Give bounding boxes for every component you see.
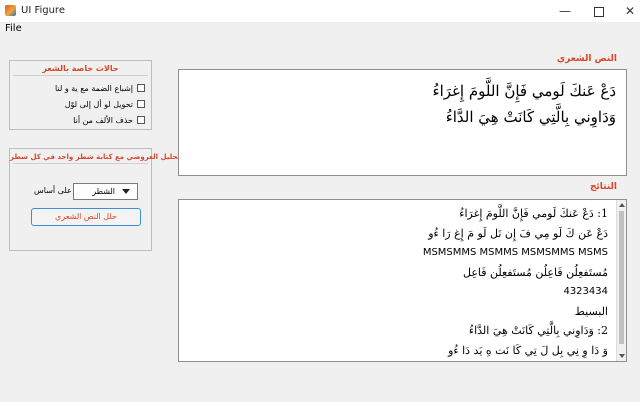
special-cases-panel: حالات خاصة بالشعر إشباع الضمة مع ية و لن… [9, 60, 152, 130]
close-button[interactable]: ✕ [613, 0, 640, 22]
maximize-icon [594, 6, 604, 17]
analysis-title: التحليل العروضي مع كتابة شطر واحد في كل … [10, 153, 186, 161]
panel-divider [13, 75, 148, 76]
results-scrollbar[interactable] [616, 200, 626, 361]
checkbox[interactable] [137, 116, 145, 124]
basis-selected-value: الشطر [92, 187, 115, 196]
panel-divider [13, 163, 148, 164]
scroll-thumb[interactable] [619, 211, 624, 344]
result-line: مُستَفعِلُن فَاعِلُن مُستَفعِلُن فَاعِل [462, 265, 608, 279]
option-damma-saturation[interactable]: إشباع الضمة مع ية و لنا [55, 82, 145, 94]
chevron-down-icon [122, 189, 130, 194]
poem-line: دَعْ عَنكَ لَومي فَإِنَّ اللَّومَ إِغرَا… [432, 82, 616, 100]
minimize-button[interactable]: — [548, 0, 582, 22]
result-line: 2: وَدَاوِني بِالَّتِي كَانَتْ هِيَ الدَ… [468, 324, 608, 337]
checkbox[interactable] [137, 100, 145, 108]
matlab-icon [5, 5, 16, 16]
basis-label: على أساس [34, 186, 72, 195]
window-titlebar: UI Figure — ✕ [0, 0, 640, 23]
result-line: MSMSMMS MSMMS MSMSMMS MSMS [422, 247, 608, 258]
scroll-down-icon[interactable] [619, 354, 625, 358]
poem-textarea[interactable]: دَعْ عَنكَ لَومي فَإِنَّ اللَّومَ إِغرَا… [178, 69, 627, 176]
menu-file[interactable]: File [5, 23, 22, 34]
result-line: وَ دَا وِ نِي بِل لَ تِي كَا نَت هِ يَد … [448, 343, 608, 357]
analysis-panel: التحليل العروضي مع كتابة شطر واحد في كل … [9, 148, 186, 251]
option-convert-law-al[interactable]: تحويل لو أل إلى لوْل [65, 98, 145, 110]
option-label: تحويل لو أل إلى لوْل [64, 99, 133, 109]
option-label: إشباع الضمة مع ية و لنا [55, 83, 133, 93]
checkbox[interactable] [137, 84, 145, 92]
option-drop-alif-ana[interactable]: حذف الألف من أنا [73, 114, 145, 126]
result-line: 1: دَعْ عَنكَ لَومي فَإِنَّ اللَّومَ إِغ… [459, 207, 608, 220]
basis-dropdown[interactable]: الشطر [73, 183, 138, 200]
maximize-button[interactable] [582, 0, 616, 22]
window-title: UI Figure [21, 5, 65, 16]
result-line: دَعْ عَن كَ لَو مِي فَ إِن نَل لَو مَ إِ… [428, 226, 608, 240]
option-label: حذف الألف من أنا [73, 115, 133, 125]
results-textarea[interactable]: 1: دَعْ عَنكَ لَومي فَإِنَّ اللَّومَ إِغ… [178, 199, 627, 362]
analyze-poem-button[interactable]: حلل النص الشعري [31, 208, 141, 226]
result-line: 4323434 [563, 286, 608, 297]
result-line: البسيط [574, 304, 608, 318]
poem-line: وَدَاوِني بِالَّتِي كَانَتْ هِيَ الدَّاء… [445, 108, 616, 126]
poem-label: النص الشعري [556, 54, 617, 64]
results-label: النتائج [589, 182, 617, 192]
special-cases-title: حالات خاصة بالشعر [42, 64, 119, 73]
scroll-up-icon[interactable] [619, 203, 625, 207]
menu-bar: File [0, 22, 640, 36]
